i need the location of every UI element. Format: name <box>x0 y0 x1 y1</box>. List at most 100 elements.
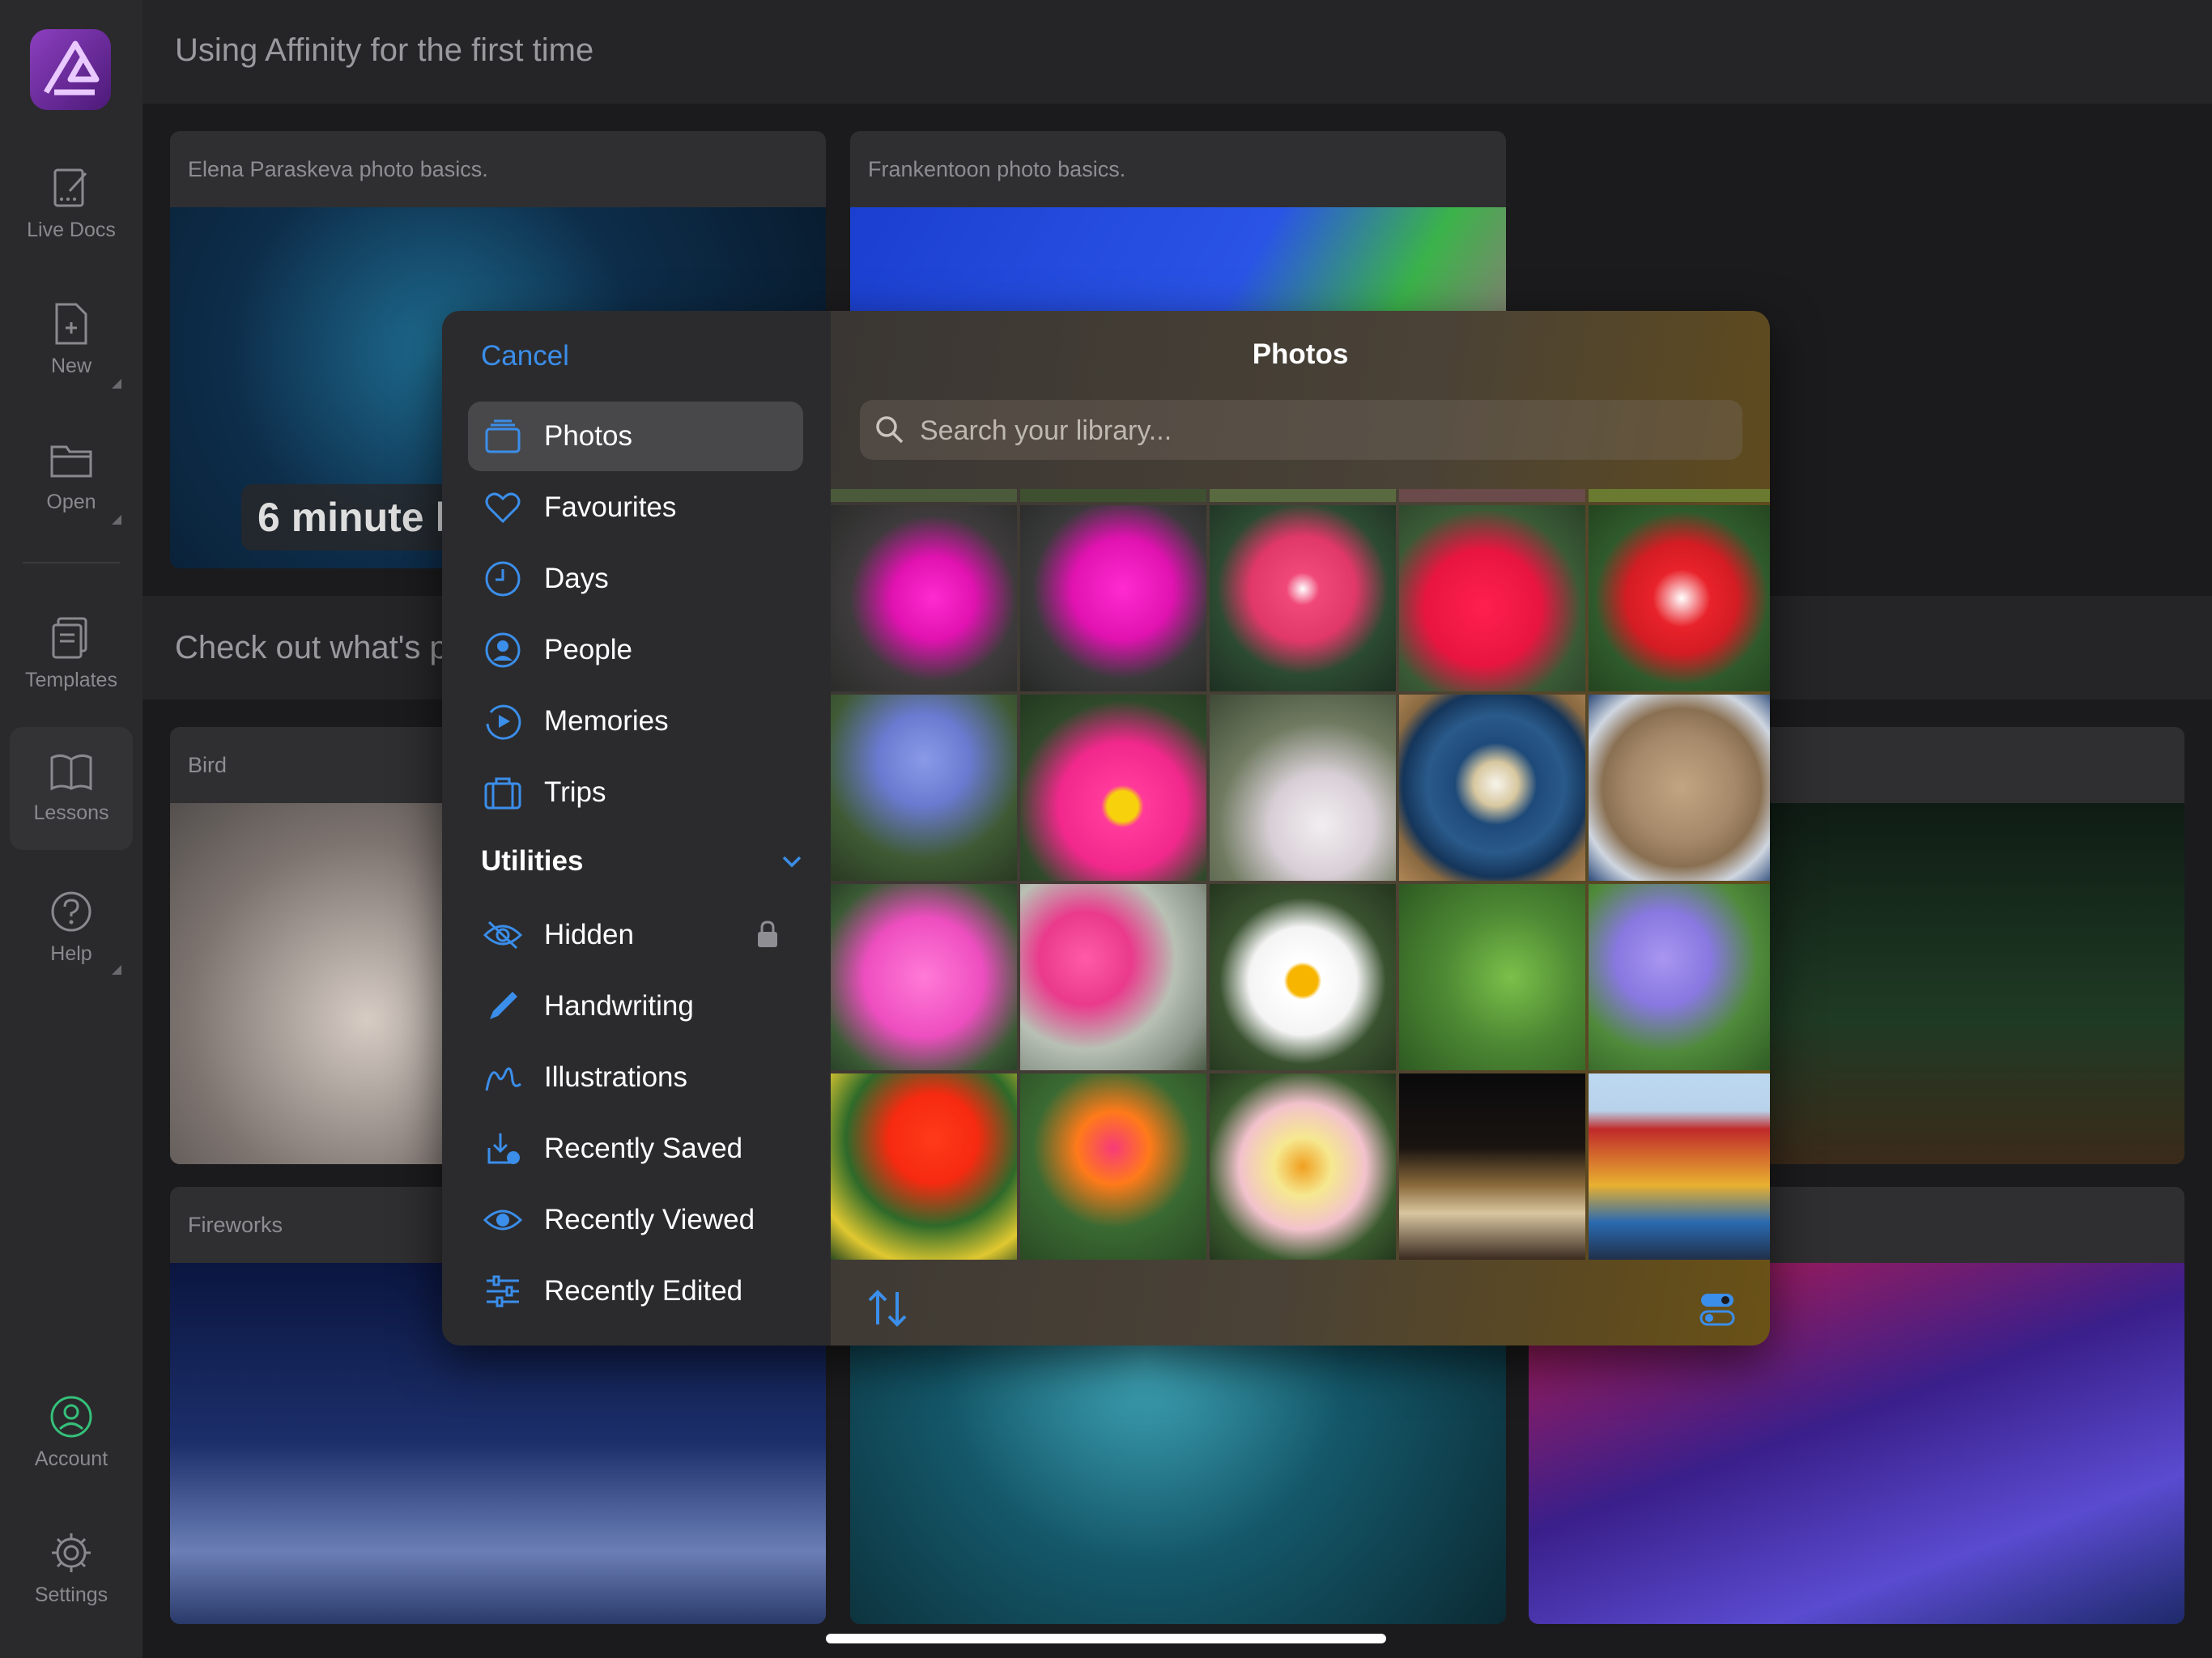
nav-item-label: Recently Viewed <box>544 1204 755 1235</box>
nav-item-favourites[interactable]: Favourites <box>468 473 803 542</box>
gear-icon <box>52 1533 91 1572</box>
utilities-label: Utilities <box>481 845 584 877</box>
photo-thumbnail[interactable] <box>1020 1073 1206 1260</box>
scribble-icon <box>483 1057 523 1098</box>
nav-item-handwriting[interactable]: Handwriting <box>468 971 803 1041</box>
nav-item-label: Hidden <box>544 919 634 950</box>
photo-thumbnail[interactable] <box>1210 505 1396 691</box>
photo-thumbnail[interactable] <box>1399 505 1585 691</box>
photo-thumbnail[interactable] <box>1210 1073 1396 1260</box>
sidebar-item-label: Help <box>50 942 92 965</box>
photo-thumbnail[interactable] <box>1020 505 1206 691</box>
sliders-icon <box>483 1271 523 1312</box>
nav-item-label: Illustrations <box>544 1061 688 1093</box>
photo-thumbnail[interactable] <box>1020 695 1206 881</box>
lock-icon <box>758 920 777 947</box>
sidebar-item-templates[interactable]: Templates <box>0 615 143 692</box>
sidebar-item-help[interactable]: Help <box>0 889 143 966</box>
nav-item-recently-viewed[interactable]: Recently Viewed <box>468 1185 803 1255</box>
photo-thumbnail[interactable] <box>831 1073 1017 1260</box>
new-document-icon <box>55 303 87 345</box>
toggle-filter-icon[interactable] <box>1699 1290 1736 1328</box>
sidebar-item-label: Templates <box>25 669 117 691</box>
page-title: Using Affinity for the first time <box>175 32 594 68</box>
search-bar[interactable] <box>860 400 1742 461</box>
photo-thumbnail[interactable] <box>1210 884 1396 1070</box>
photo-thumbnail[interactable] <box>831 884 1017 1070</box>
sidebar-item-label: Settings <box>34 1584 108 1606</box>
photo-thumbnail[interactable] <box>1210 695 1396 881</box>
section-title: Check out what's p <box>175 630 448 665</box>
card-title: Elena Paraskeva photo basics. <box>188 157 488 181</box>
home-indicator[interactable] <box>826 1634 1386 1643</box>
sidebar-item-label: Open <box>46 491 96 513</box>
nav-item-label: Photos <box>544 420 632 452</box>
nav-item-photos[interactable]: Photos <box>468 402 803 471</box>
help-icon <box>51 891 91 932</box>
photo-thumbnail[interactable] <box>831 695 1017 881</box>
sidebar-item-new[interactable]: New <box>0 301 143 378</box>
sidebar-item-label: New <box>50 355 91 377</box>
card-title: Fireworks <box>188 1213 283 1237</box>
cancel-button[interactable]: Cancel <box>481 340 569 372</box>
nav-item-people[interactable]: People <box>468 615 803 685</box>
sidebar-item-label: Lessons <box>33 801 109 824</box>
affinity-logo-icon[interactable] <box>30 29 111 110</box>
picker-title: Photos <box>1252 338 1349 370</box>
eye-icon <box>483 1200 523 1240</box>
nav-item-days[interactable]: Days <box>468 544 803 614</box>
nav-item-recently-saved[interactable]: Recently Saved <box>468 1114 803 1184</box>
photo-thumbnail-partial[interactable] <box>1399 489 1585 502</box>
card-title: Bird <box>188 753 228 777</box>
nav-item-label: Trips <box>544 776 606 808</box>
sidebar-item-lessons[interactable]: Lessons <box>10 727 133 850</box>
lessons-book-icon <box>50 754 92 791</box>
photo-thumbnail[interactable] <box>831 505 1017 691</box>
person-icon <box>483 630 523 670</box>
nav-item-label: Recently Saved <box>544 1133 743 1164</box>
photo-thumbnail[interactable] <box>1589 884 1770 1070</box>
search-icon <box>876 416 904 444</box>
photo-picker-dialog: Cancel Photos Favourites Days People Mem… <box>442 311 1770 1346</box>
photo-thumbnail-partial[interactable] <box>831 489 1017 502</box>
sort-icon[interactable] <box>865 1287 910 1329</box>
photo-thumbnail[interactable] <box>1020 884 1206 1070</box>
heart-icon <box>483 487 523 528</box>
nav-item-trips[interactable]: Trips <box>468 758 803 827</box>
photo-thumbnail-partial[interactable] <box>1589 489 1770 502</box>
utilities-section-header[interactable]: Utilities <box>481 845 805 878</box>
nav-item-label: People <box>544 634 632 665</box>
search-input[interactable] <box>918 400 1731 461</box>
nav-item-label: Handwriting <box>544 990 694 1022</box>
nav-item-recently-edited[interactable]: Recently Edited <box>468 1256 803 1326</box>
pencil-icon <box>483 986 523 1027</box>
photos-stack-icon <box>483 416 523 457</box>
photo-thumbnail[interactable] <box>1399 1073 1585 1260</box>
photo-thumbnail[interactable] <box>1399 884 1585 1070</box>
picker-sidebar: Cancel Photos Favourites Days People Mem… <box>442 311 831 1346</box>
nav-item-label: Days <box>544 563 609 594</box>
templates-icon <box>52 617 87 659</box>
photo-thumbnail-partial[interactable] <box>1210 489 1396 502</box>
nav-item-hidden[interactable]: Hidden <box>468 900 803 970</box>
card-title: Frankentoon photo basics. <box>868 157 1126 181</box>
open-menu-caret-icon <box>112 515 121 525</box>
chevron-down-icon <box>782 856 802 868</box>
sidebar-item-label: Live Docs <box>27 219 116 241</box>
nav-item-memories[interactable]: Memories <box>468 687 803 756</box>
photo-thumbnail[interactable] <box>1589 1073 1770 1260</box>
photo-thumbnail[interactable] <box>1589 695 1770 881</box>
sidebar-item-open[interactable]: Open <box>0 437 143 514</box>
nav-item-illustrations[interactable]: Illustrations <box>468 1043 803 1112</box>
sidebar-item-account[interactable]: Account <box>0 1394 143 1471</box>
photo-thumbnail[interactable] <box>1589 505 1770 691</box>
photo-thumbnail-partial[interactable] <box>1020 489 1206 502</box>
sidebar-item-settings[interactable]: Settings <box>0 1530 143 1607</box>
picker-content: Photos <box>831 311 1770 1346</box>
photo-thumbnail[interactable] <box>1399 695 1585 881</box>
sidebar-item-label: Account <box>34 1448 108 1470</box>
sidebar-item-live-docs[interactable]: Live Docs <box>0 165 143 242</box>
suitcase-icon <box>483 772 523 813</box>
clock-icon <box>483 559 523 599</box>
new-menu-caret-icon <box>112 379 121 389</box>
